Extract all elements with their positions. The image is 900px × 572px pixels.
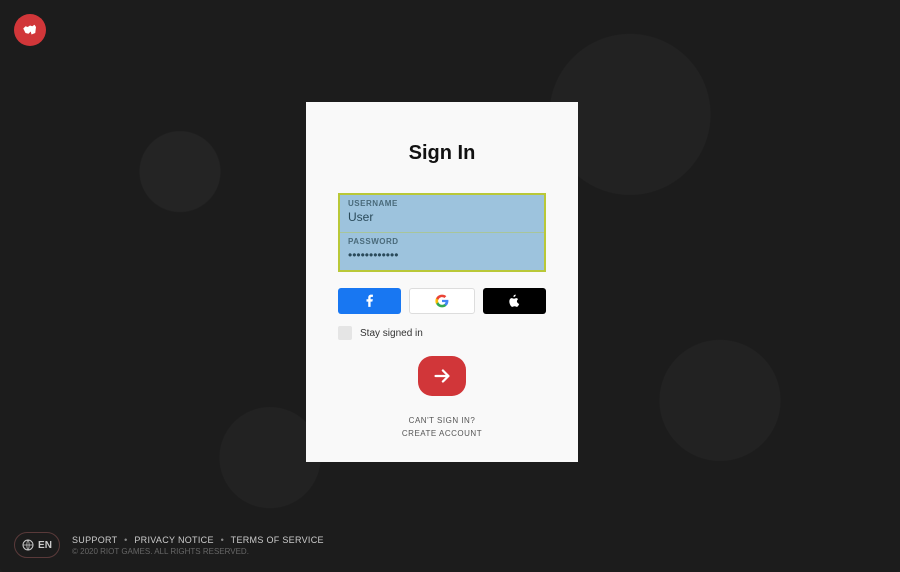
language-code: EN — [38, 540, 52, 551]
facebook-login-button[interactable] — [338, 288, 401, 314]
username-label: USERNAME — [348, 199, 536, 208]
apple-icon — [507, 294, 521, 308]
username-input[interactable] — [348, 210, 536, 224]
password-input[interactable] — [348, 248, 536, 262]
signin-title: Sign In — [409, 142, 476, 165]
create-account-link[interactable]: CREATE ACCOUNT — [402, 429, 482, 438]
terms-link[interactable]: TERMS OF SERVICE — [231, 535, 324, 545]
separator: • — [124, 535, 127, 545]
footer: EN SUPPORT • PRIVACY NOTICE • TERMS OF S… — [14, 532, 886, 558]
facebook-icon — [363, 294, 377, 308]
google-icon — [435, 294, 449, 308]
support-link[interactable]: SUPPORT — [72, 535, 117, 545]
password-label: PASSWORD — [348, 237, 536, 246]
privacy-link[interactable]: PRIVACY NOTICE — [134, 535, 213, 545]
footer-text: SUPPORT • PRIVACY NOTICE • TERMS OF SERV… — [72, 535, 324, 556]
signin-card: Sign In USERNAME PASSWORD — [306, 102, 578, 462]
credentials-group: USERNAME PASSWORD — [338, 193, 546, 272]
footer-links: SUPPORT • PRIVACY NOTICE • TERMS OF SERV… — [72, 535, 324, 545]
stay-signed-in-checkbox[interactable] — [338, 326, 352, 340]
brand-logo[interactable] — [14, 14, 46, 46]
submit-button[interactable] — [418, 356, 466, 396]
password-field-wrap[interactable]: PASSWORD — [340, 233, 544, 270]
fist-icon — [21, 21, 39, 39]
apple-login-button[interactable] — [483, 288, 546, 314]
stay-signed-in-label: Stay signed in — [360, 328, 423, 339]
separator: • — [221, 535, 224, 545]
google-login-button[interactable] — [409, 288, 474, 314]
help-links: CAN'T SIGN IN? CREATE ACCOUNT — [402, 416, 482, 442]
globe-icon — [22, 539, 34, 551]
arrow-right-icon — [431, 365, 453, 387]
language-button[interactable]: EN — [14, 532, 60, 558]
username-field-wrap[interactable]: USERNAME — [340, 195, 544, 233]
cant-sign-in-link[interactable]: CAN'T SIGN IN? — [402, 416, 482, 425]
copyright: © 2020 RIOT GAMES. ALL RIGHTS RESERVED. — [72, 547, 324, 556]
social-login-row — [338, 288, 546, 314]
stay-signed-in-row: Stay signed in — [338, 326, 546, 340]
